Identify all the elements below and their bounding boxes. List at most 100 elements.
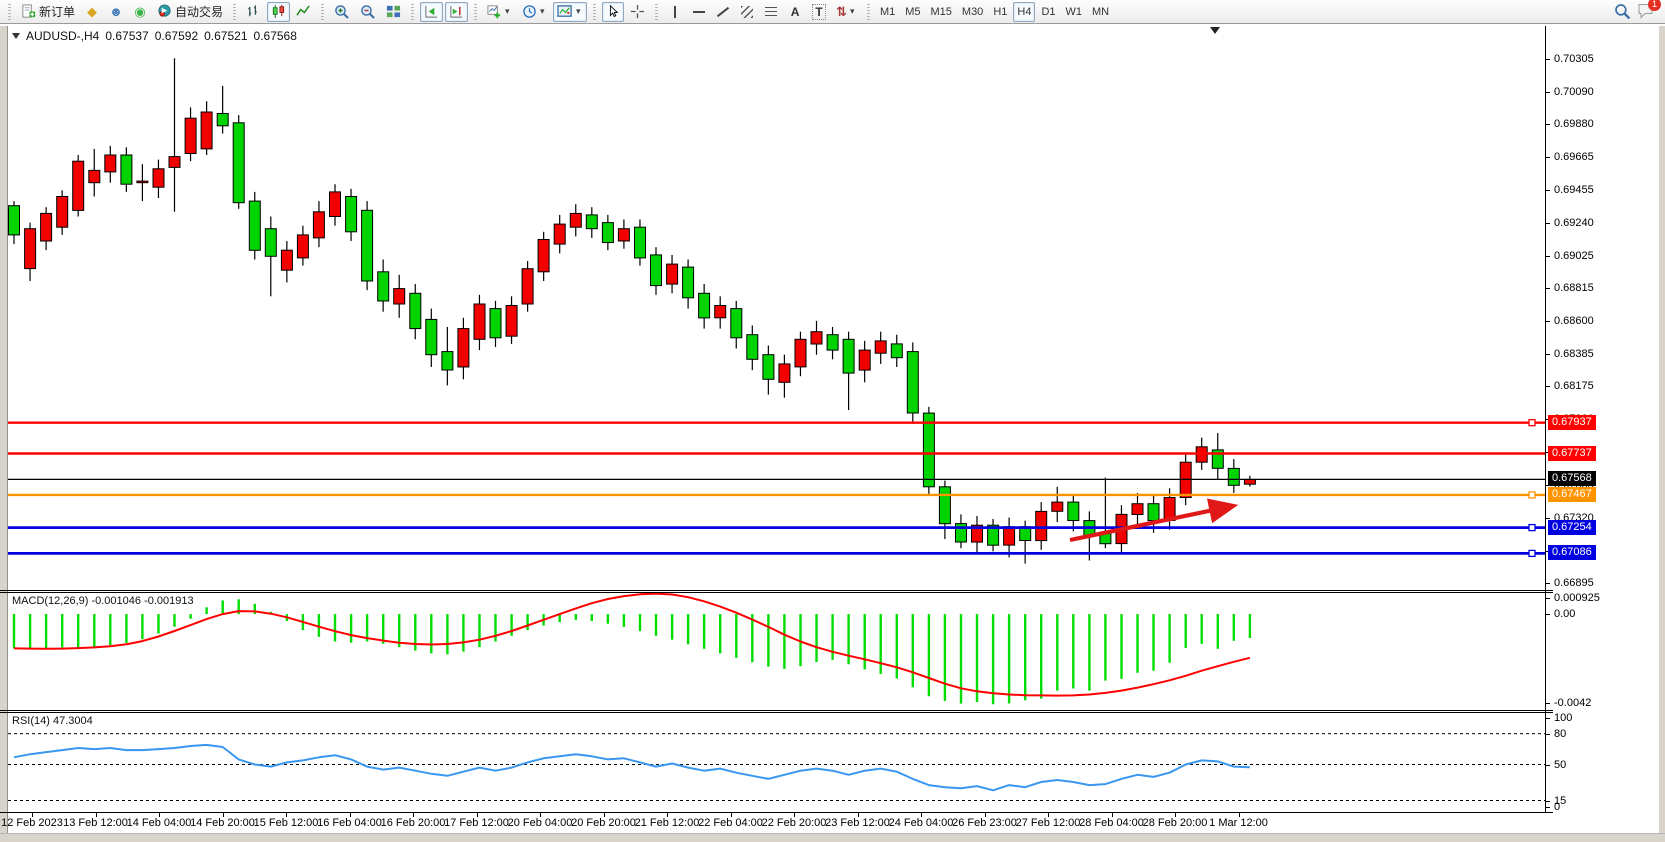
candle-down: [426, 319, 437, 354]
candle-down: [1068, 502, 1079, 520]
line-anchor-marker[interactable]: [1529, 492, 1535, 498]
history-center-button[interactable]: [81, 2, 103, 22]
toolbar-grip[interactable]: [593, 4, 596, 20]
candle-up: [458, 329, 469, 367]
candle-down: [265, 229, 276, 257]
toolbar-grip[interactable]: [474, 4, 477, 20]
candle-down: [602, 223, 613, 243]
rsi-line: [14, 745, 1250, 790]
notifications-button[interactable]: 1: [1637, 2, 1655, 22]
bar-chart-button[interactable]: [242, 2, 265, 22]
time-tick-label: 22 Feb 20:00: [762, 817, 827, 829]
timeframe-H1-button[interactable]: H1: [989, 2, 1011, 22]
cursor-button[interactable]: [602, 2, 624, 22]
trendline-button[interactable]: [712, 2, 734, 22]
timeframe-M15-button[interactable]: M15: [927, 2, 956, 22]
macd-pane[interactable]: [8, 593, 1545, 710]
symbol-dropdown-icon[interactable]: [12, 33, 20, 39]
candle-up: [105, 155, 116, 172]
zoom-out-button[interactable]: [356, 2, 380, 22]
line-chart-icon: [296, 4, 311, 19]
toolbar-grip[interactable]: [233, 4, 236, 20]
timeframe-MN-button[interactable]: MN: [1088, 2, 1113, 22]
candle-down: [891, 344, 902, 358]
new-order-button[interactable]: 新订单: [17, 2, 79, 22]
vertical-line-button[interactable]: [664, 2, 686, 22]
toolbar-grip[interactable]: [321, 4, 324, 20]
candle-up: [394, 289, 405, 304]
autotrading-icon: [157, 4, 172, 19]
time-tick-label: 15 Feb 12:00: [254, 817, 319, 829]
time-tick-label: 28 Feb 20:00: [1143, 817, 1208, 829]
signals-button[interactable]: [129, 2, 151, 22]
arrows-button[interactable]: [832, 2, 861, 22]
candle-up: [1244, 479, 1255, 484]
line-anchor-marker[interactable]: [1529, 550, 1535, 556]
candle-down: [747, 335, 758, 360]
high-value: 0.67592: [155, 29, 198, 43]
timeframe-H4-button[interactable]: H4: [1013, 2, 1035, 22]
candle-down: [410, 293, 421, 328]
text-button[interactable]: A: [784, 2, 806, 22]
macd-label: MACD(12,26,9) -0.001046 -0.001913: [12, 595, 194, 607]
candle-down: [763, 355, 774, 380]
line-chart-button[interactable]: [292, 2, 315, 22]
timeframe-M1-button[interactable]: M1: [876, 2, 899, 22]
toolbar-grip[interactable]: [655, 4, 658, 20]
periods-button[interactable]: [518, 2, 551, 22]
horizontal-line-icon: [693, 11, 705, 13]
time-tick-label: 1 Mar 12:00: [1209, 817, 1268, 829]
toolbar-grip[interactable]: [411, 4, 414, 20]
price-tick: [1546, 256, 1550, 257]
text-label-button[interactable]: T: [808, 2, 830, 22]
timeframe-group: M1 M5M15M30 H1 H4D1W1MN: [876, 2, 1113, 22]
price-tick: [1546, 92, 1550, 93]
tile-windows-button[interactable]: [382, 2, 405, 22]
chart-shift-button[interactable]: [445, 2, 468, 22]
crosshair-button[interactable]: [626, 2, 649, 22]
indicators-button[interactable]: [483, 2, 516, 22]
templates-button[interactable]: [553, 2, 587, 22]
price-tick-label: 0.69665: [1554, 151, 1594, 163]
time-tick-label: 28 Feb 04:00: [1079, 817, 1144, 829]
fibonacci-button[interactable]: [760, 2, 782, 22]
line-anchor-marker[interactable]: [1529, 420, 1535, 426]
equidistant-channel-button[interactable]: [736, 2, 758, 22]
timeframe-D1-button[interactable]: D1: [1037, 2, 1059, 22]
search-icon[interactable]: [1614, 3, 1631, 20]
candle-up: [169, 157, 180, 168]
zoom-in-button[interactable]: [330, 2, 354, 22]
toolbar-grip[interactable]: [867, 4, 870, 20]
rsi-pane[interactable]: [8, 713, 1545, 812]
pane-separator[interactable]: [0, 590, 1553, 591]
channel-icon: [741, 6, 753, 18]
timeframe-M5-button[interactable]: M5: [901, 2, 924, 22]
candle-up: [859, 350, 870, 370]
price-tick: [1546, 288, 1550, 289]
rsi-scale-label: 0: [1554, 801, 1560, 813]
template-icon: [557, 4, 573, 19]
timeframe-W1-button[interactable]: W1: [1062, 2, 1087, 22]
macd-scale-tick: [1546, 614, 1550, 615]
chart-shift-marker[interactable]: [1210, 27, 1220, 34]
gem-icon: [87, 4, 97, 20]
timeframe-label: H1: [993, 6, 1007, 18]
autotrading-button[interactable]: 自动交易: [153, 2, 227, 22]
new-order-icon: [21, 4, 36, 19]
main-price-pane[interactable]: [8, 26, 1545, 590]
candlestick-button[interactable]: [267, 2, 290, 22]
market-watch-button[interactable]: [105, 2, 127, 22]
line-anchor-marker[interactable]: [1529, 525, 1535, 531]
time-axis[interactable]: 12 Feb 202313 Feb 12:0014 Feb 04:0014 Fe…: [0, 813, 1660, 833]
horizontal-line-button[interactable]: [688, 2, 710, 22]
macd-scale-tick: [1546, 598, 1550, 599]
auto-scroll-button[interactable]: [420, 2, 443, 22]
price-axis[interactable]: 0.703050.700900.698800.696650.694550.692…: [1546, 26, 1659, 830]
timeframe-label: M1: [880, 6, 895, 18]
current-price-tag: 0.67568: [1548, 471, 1596, 486]
time-tick-label: 17 Feb 12:00: [444, 817, 509, 829]
candle-up: [185, 118, 196, 153]
toolbar-grip[interactable]: [8, 4, 11, 20]
timeframe-M30-button[interactable]: M30: [958, 2, 987, 22]
pane-separator[interactable]: [0, 710, 1553, 711]
